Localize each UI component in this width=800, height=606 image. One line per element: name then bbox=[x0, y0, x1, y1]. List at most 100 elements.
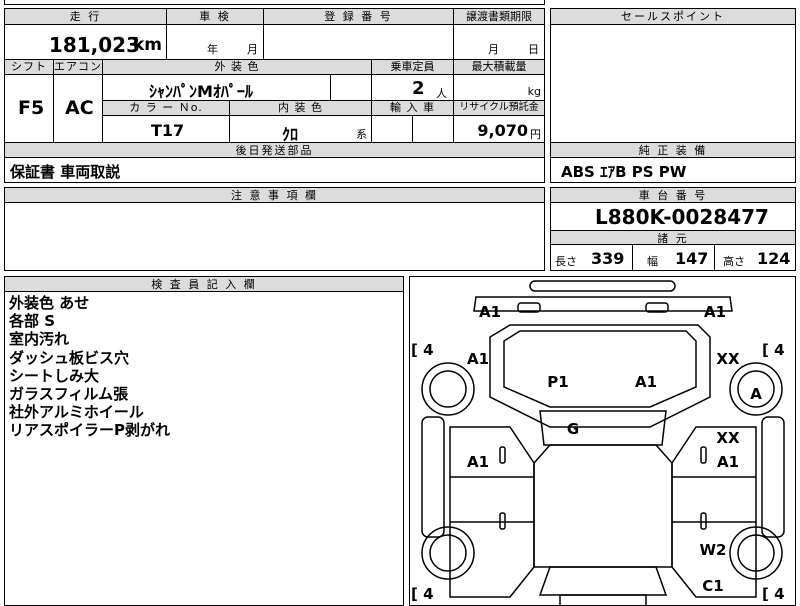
max-load-cell: kg bbox=[453, 74, 545, 101]
specs-height-cell: 高さ 124 bbox=[714, 244, 796, 271]
inspector-note: 外装色 あせ bbox=[9, 294, 90, 312]
registration-header: 登 録 番 号 bbox=[264, 9, 453, 25]
caution-box: 注 意 事 項 欄 bbox=[4, 187, 545, 271]
specs-header: 諸 元 bbox=[551, 230, 795, 245]
later-parts-value: 保証書 車両取説 bbox=[10, 163, 121, 181]
exterior-color-value: ｼｬﾝﾊﾟﾝMｵﾊﾟｰﾙ bbox=[149, 82, 253, 101]
specs-width-label: 幅 bbox=[647, 255, 658, 268]
transfer-month-label: 月 bbox=[488, 43, 499, 56]
code-right-door-upper: XX bbox=[716, 429, 740, 447]
code-front-right-corner: A1 bbox=[704, 303, 726, 321]
chassis-header: 車 台 番 号 bbox=[551, 188, 795, 203]
max-load-unit: kg bbox=[527, 85, 541, 98]
top-partial-row bbox=[4, 0, 545, 5]
specs-width-cell: 幅 147 bbox=[632, 244, 715, 271]
tire-bracket-rear-right: [ 4 bbox=[762, 585, 785, 603]
code-right-wheel: A bbox=[750, 385, 762, 403]
specs-length-cell: 長さ 339 bbox=[550, 244, 633, 271]
specs-width-value: 147 bbox=[675, 249, 709, 268]
inspection-header: 車 検 bbox=[167, 9, 263, 25]
mileage-value: 181,023 bbox=[48, 33, 140, 57]
recycle-header: リサイクル預託金 bbox=[453, 100, 545, 116]
capacity-header: 乗車定員 bbox=[371, 59, 454, 75]
code-left-door: A1 bbox=[467, 453, 489, 471]
tire-bracket-rear-left: [ 4 bbox=[411, 585, 434, 603]
damage-codes: A1 A1 A1 XX P1 A1 G XX A1 A1 A W2 C1 bbox=[467, 303, 762, 595]
max-load-header: 最大積載量 bbox=[453, 59, 545, 75]
code-windshield: G bbox=[567, 420, 579, 438]
recycle-value: 9,070 bbox=[477, 121, 528, 140]
aircon-value: AC bbox=[65, 97, 94, 119]
inspector-note: 各部 S bbox=[9, 312, 56, 331]
recycle-unit: 円 bbox=[530, 128, 541, 141]
shift-value: F5 bbox=[18, 97, 45, 119]
later-parts-header: 後日発送部品 bbox=[5, 143, 544, 158]
sales-point-box: セールスポイント bbox=[550, 8, 796, 143]
car-diagram-box: A1 A1 A1 XX P1 A1 G XX A1 A1 A W2 C1 [ 4… bbox=[409, 276, 796, 606]
inspection-month-label: 月 bbox=[247, 43, 258, 56]
mileage-unit: km bbox=[132, 35, 162, 55]
exterior-color-header: 外 装 色 bbox=[102, 59, 372, 75]
sales-point-header: セールスポイント bbox=[551, 9, 795, 25]
code-front-left-corner: A1 bbox=[479, 303, 501, 321]
tire-brackets: [ 4 [ 4 [ 4 [ 4 bbox=[411, 341, 785, 603]
interior-color-cell: ｸﾛ 系 bbox=[229, 115, 372, 144]
inspector-note: リアスポイラーP剥がれ bbox=[9, 421, 170, 440]
inspection-box: 車 検 年 月 bbox=[166, 8, 264, 60]
import-cell-left bbox=[371, 115, 413, 143]
equipment-value: ABS ｴｱB PS PW bbox=[561, 163, 687, 181]
equipment-box: 純 正 装 備 ABS ｴｱB PS PW bbox=[550, 142, 796, 183]
inspection-year-label: 年 bbox=[207, 43, 218, 56]
interior-color-header: 内 装 色 bbox=[229, 100, 372, 116]
aircon-cell: AC bbox=[53, 74, 103, 143]
capacity-value: 2 bbox=[412, 78, 425, 99]
code-left-fender: A1 bbox=[467, 350, 489, 368]
caution-header: 注 意 事 項 欄 bbox=[5, 188, 544, 203]
chassis-value: L880K-0028477 bbox=[595, 205, 769, 229]
import-cell-right bbox=[412, 115, 454, 143]
code-rear-bottom: C1 bbox=[702, 577, 723, 595]
code-hood-left: P1 bbox=[547, 373, 568, 391]
exterior-color-cell: ｼｬﾝﾊﾟﾝMｵﾊﾟｰﾙ bbox=[102, 74, 331, 101]
transfer-header: 譲渡書類期限 bbox=[454, 9, 544, 25]
aircon-header: エアコン bbox=[53, 59, 103, 75]
inspector-notes: 外装色 あせ 各部 S 室内汚れ ダッシュ板ビス穴 シートしみ大 ガラスフィルム… bbox=[9, 294, 170, 440]
shift-cell: F5 bbox=[4, 74, 54, 143]
color-no-value: T17 bbox=[151, 121, 185, 140]
later-parts-box: 後日発送部品 保証書 車両取説 bbox=[4, 142, 545, 183]
inspector-box: 検 査 員 記 入 欄 外装色 あせ 各部 S 室内汚れ ダッシュ板ビス穴 シー… bbox=[4, 276, 404, 606]
inspector-note: 社外アルミホイール bbox=[9, 403, 144, 422]
transfer-day-label: 日 bbox=[528, 43, 539, 56]
capacity-unit: 人 bbox=[436, 87, 447, 100]
specs-length-value: 339 bbox=[591, 249, 625, 268]
recycle-cell: 9,070 円 bbox=[453, 115, 545, 143]
transfer-box: 譲渡書類期限 月 日 bbox=[453, 8, 545, 60]
color-no-header: カ ラ ー Ｎo. bbox=[102, 100, 230, 116]
interior-color-suffix: 系 bbox=[356, 128, 367, 141]
equipment-header: 純 正 装 備 bbox=[551, 143, 795, 158]
inspector-note: シートしみ大 bbox=[9, 366, 100, 385]
code-right-door: A1 bbox=[717, 453, 739, 471]
inspector-header: 検 査 員 記 入 欄 bbox=[5, 277, 403, 292]
code-hood-right: A1 bbox=[635, 373, 657, 391]
specs-length-label: 長さ bbox=[555, 255, 577, 268]
car-diagram: A1 A1 A1 XX P1 A1 G XX A1 A1 A W2 C1 [ 4… bbox=[411, 280, 785, 605]
mileage-header: 走 行 bbox=[5, 9, 166, 25]
inspector-note: ダッシュ板ビス穴 bbox=[9, 348, 130, 367]
import-header: 輸 入 車 bbox=[371, 100, 454, 116]
specs-height-value: 124 bbox=[757, 249, 791, 268]
code-right-fender: XX bbox=[716, 350, 740, 368]
shift-header: シフト bbox=[4, 59, 54, 75]
registration-box: 登 録 番 号 bbox=[263, 8, 454, 60]
exterior-color-extra bbox=[330, 74, 372, 101]
mileage-box: 走 行 181,023 km bbox=[4, 8, 167, 60]
inspector-note: ガラスフィルム張 bbox=[9, 385, 129, 404]
tire-bracket-front-right: [ 4 bbox=[762, 341, 785, 359]
inspector-note: 室内汚れ bbox=[9, 330, 70, 349]
color-no-cell: T17 bbox=[102, 115, 230, 143]
code-rear-right: W2 bbox=[700, 541, 727, 559]
specs-height-label: 高さ bbox=[723, 255, 745, 268]
capacity-cell: 2 人 bbox=[371, 74, 454, 101]
tire-bracket-front-left: [ 4 bbox=[411, 341, 434, 359]
chassis-box: 車 台 番 号 L880K-0028477 諸 元 長さ 339 幅 147 高… bbox=[550, 187, 796, 271]
